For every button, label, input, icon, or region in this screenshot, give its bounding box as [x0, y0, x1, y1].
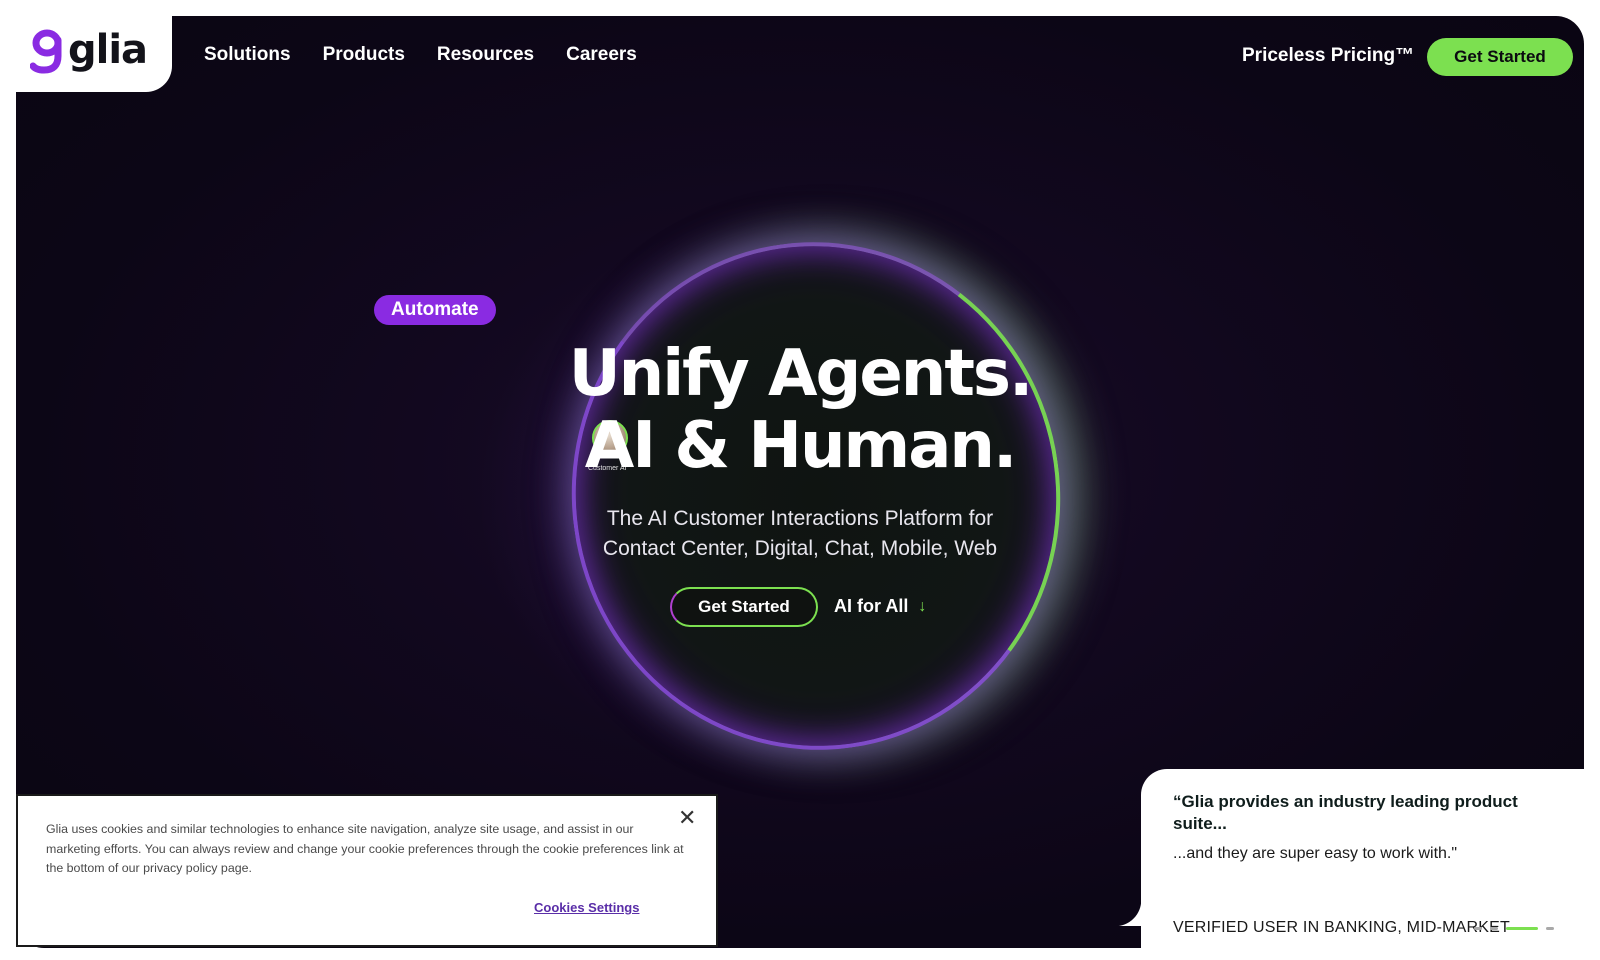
nav-solutions[interactable]: Solutions	[204, 44, 291, 66]
testimonial-author: VERIFIED USER IN BANKING, MID-MARKET	[1173, 919, 1511, 936]
headline-line-1: Unify Agents.	[568, 337, 1034, 411]
hero-headline: Unify Agents. AI & Human.	[500, 338, 1100, 482]
cookie-banner: Glia uses cookies and similar technologi…	[16, 794, 718, 947]
logo-text: glia	[68, 27, 148, 73]
testimonial-card: “Glia provides an industry leading produ…	[1115, 769, 1600, 960]
testimonial-title: “Glia provides an industry leading produ…	[1173, 792, 1518, 833]
cookie-text: Glia uses cookies and similar technologi…	[46, 822, 684, 875]
close-icon[interactable]: ✕	[678, 807, 696, 829]
carousel-dots	[1474, 927, 1554, 930]
hero-get-started-button[interactable]: Get Started	[670, 587, 818, 627]
nav-products[interactable]: Products	[323, 44, 405, 66]
carousel-dot[interactable]	[1546, 927, 1554, 930]
pricing-link[interactable]: Priceless Pricing™	[1242, 45, 1414, 67]
header-get-started-button[interactable]: Get Started	[1427, 38, 1573, 76]
main-nav: Solutions Products Resources Careers	[204, 44, 637, 66]
carousel-dot[interactable]	[1490, 927, 1498, 930]
nav-resources[interactable]: Resources	[437, 44, 534, 66]
carousel-dot[interactable]	[1474, 927, 1482, 930]
testimonial-body: ...and they are super easy to work with.…	[1173, 845, 1458, 862]
arrow-down-icon: ↓	[918, 597, 927, 615]
ai-for-all-link[interactable]: AI for All ↓	[834, 596, 926, 617]
hero-subtitle: The AI Customer Interactions Platform fo…	[602, 507, 998, 560]
ai-for-all-label: AI for All	[834, 596, 909, 616]
nav-careers[interactable]: Careers	[566, 44, 637, 66]
logo[interactable]: glia	[30, 26, 148, 74]
cookies-settings-link[interactable]: Cookies Settings	[534, 900, 639, 915]
hero-tag: Automate	[374, 295, 496, 325]
carousel-dot-active[interactable]	[1506, 927, 1538, 930]
glia-logo-icon	[30, 29, 62, 74]
headline-line-2: AI & Human.	[584, 409, 1018, 483]
